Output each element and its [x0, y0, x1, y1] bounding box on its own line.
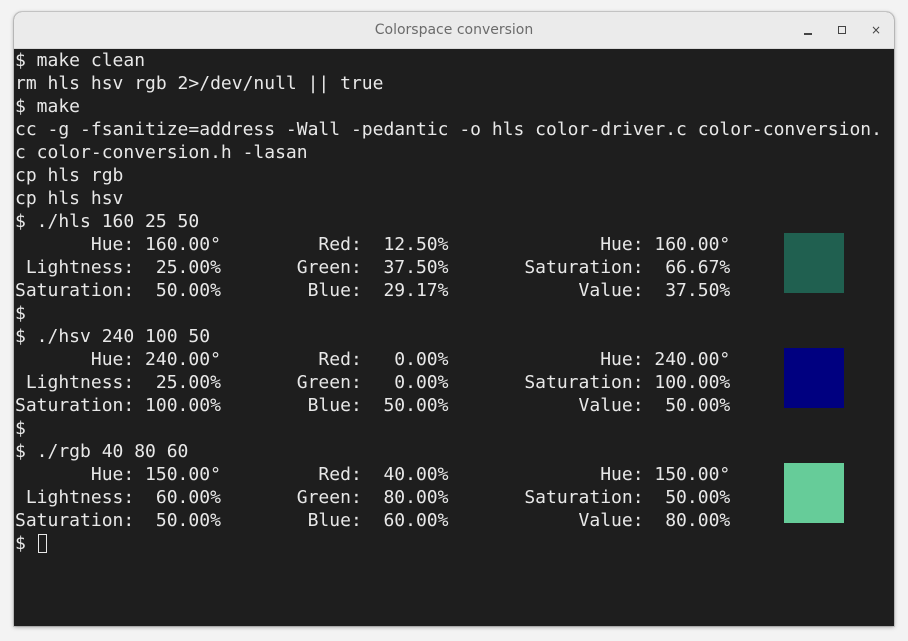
- terminal-line: Hue: 150.00° Red: 40.00% Hue: 150.00°: [15, 464, 731, 485]
- terminal-line: $: [15, 303, 26, 324]
- window-title: Colorspace conversion: [374, 22, 534, 38]
- terminal-line: Hue: 240.00° Red: 0.00% Hue: 240.00°: [15, 349, 731, 370]
- maximize-button[interactable]: [830, 18, 854, 42]
- terminal-window: Colorspace conversion × $ make clean rm …: [14, 12, 894, 626]
- terminal-line: Lightness: 25.00% Green: 37.50% Saturati…: [15, 257, 731, 278]
- color-swatch-hls: [784, 233, 844, 293]
- terminal-prompt-line[interactable]: $: [15, 532, 47, 555]
- terminal-line: Saturation: 50.00% Blue: 60.00% Value: 8…: [15, 510, 731, 531]
- minimize-button[interactable]: [796, 18, 820, 42]
- prompt-text: $: [15, 533, 37, 554]
- close-icon: ×: [870, 23, 882, 37]
- text-cursor: [37, 534, 47, 553]
- color-swatch-rgb: [784, 463, 844, 523]
- terminal-line: $ ./hls 160 25 50: [15, 211, 200, 232]
- terminal-line: rm hls hsv rgb 2>/dev/null || true: [15, 73, 384, 94]
- terminal-line: $: [15, 418, 26, 439]
- terminal-line: cc -g -fsanitize=address -Wall -pedantic…: [15, 119, 882, 140]
- terminal-line: Saturation: 50.00% Blue: 29.17% Value: 3…: [15, 280, 731, 301]
- color-swatch-hsv: [784, 348, 844, 408]
- maximize-icon: [838, 26, 846, 34]
- terminal-line: $ make: [15, 96, 81, 117]
- terminal-line: Saturation: 100.00% Blue: 50.00% Value: …: [15, 395, 731, 416]
- terminal-output[interactable]: $ make clean rm hls hsv rgb 2>/dev/null …: [14, 49, 894, 626]
- minimize-icon: [804, 33, 812, 35]
- terminal-line: Lightness: 25.00% Green: 0.00% Saturatio…: [15, 372, 731, 393]
- terminal-line: Lightness: 60.00% Green: 80.00% Saturati…: [15, 487, 731, 508]
- terminal-line: c color-conversion.h -lasan: [15, 142, 308, 163]
- close-button[interactable]: ×: [864, 18, 888, 42]
- terminal-line: $ make clean: [15, 50, 146, 71]
- terminal-line: $ ./hsv 240 100 50: [15, 326, 211, 347]
- title-bar[interactable]: Colorspace conversion ×: [14, 12, 894, 49]
- terminal-line: cp hls hsv: [15, 188, 124, 209]
- terminal-line: Hue: 160.00° Red: 12.50% Hue: 160.00°: [15, 234, 731, 255]
- terminal-line: cp hls rgb: [15, 165, 124, 186]
- terminal-line: $ ./rgb 40 80 60: [15, 441, 189, 462]
